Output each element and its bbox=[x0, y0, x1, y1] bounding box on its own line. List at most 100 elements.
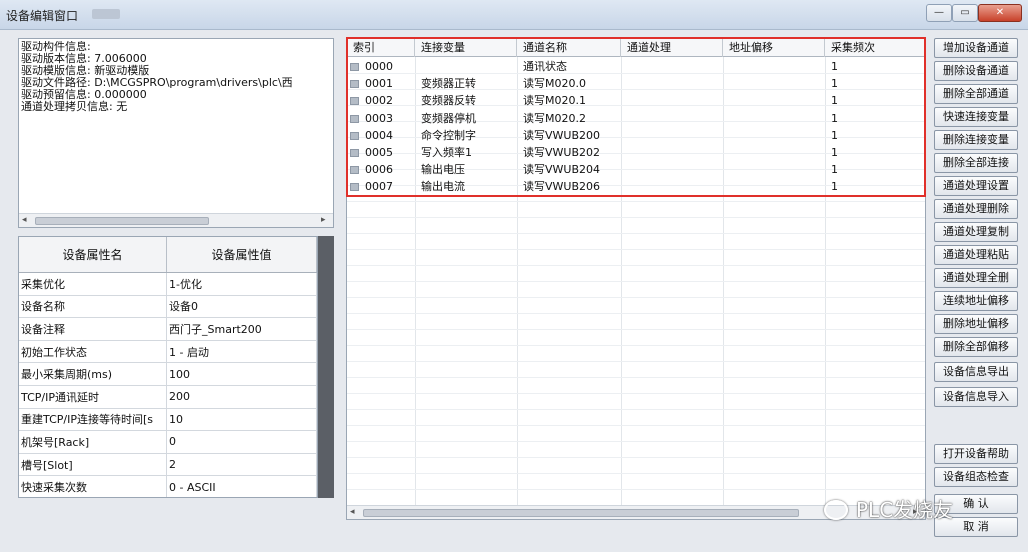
grid-cell-var[interactable]: 变频器停机 bbox=[417, 111, 517, 127]
grid-cell-index[interactable]: 0001 bbox=[361, 76, 415, 92]
grid-cell-freq[interactable]: 1 bbox=[827, 162, 925, 178]
table-row[interactable]: 0005 写入频率1 读写VWUB202 1 bbox=[347, 145, 925, 161]
scroll-right-arrow-icon[interactable]: ▸ bbox=[321, 215, 326, 225]
grid-cell-proc[interactable] bbox=[623, 59, 723, 75]
grid-cell-proc[interactable] bbox=[623, 93, 723, 109]
grid-cell-index[interactable]: 0004 bbox=[361, 128, 415, 144]
property-value[interactable]: 西门子_Smart200 bbox=[167, 318, 317, 340]
grid-cell-channel[interactable]: 读写VWUB200 bbox=[519, 128, 621, 144]
grid-cell-var[interactable]: 变频器正转 bbox=[417, 76, 517, 92]
grid-cell-channel[interactable]: 读写VWUB204 bbox=[519, 162, 621, 178]
grid-cell-offset[interactable] bbox=[725, 76, 825, 92]
table-row[interactable]: 0004 命令控制字 读写VWUB200 1 bbox=[347, 128, 925, 144]
property-row[interactable]: 快速采集次数 0 - ASCII bbox=[19, 476, 317, 497]
property-row[interactable]: 设备注释 西门子_Smart200 bbox=[19, 318, 317, 341]
check-device-config-button[interactable]: 设备组态检查 bbox=[934, 467, 1018, 487]
grid-cell-freq[interactable]: 1 bbox=[827, 179, 925, 195]
import-device-info-button[interactable]: 设备信息导入 bbox=[934, 387, 1018, 407]
grid-cell-channel[interactable]: 读写M020.1 bbox=[519, 93, 621, 109]
delete-link-variable-button[interactable]: 删除连接变量 bbox=[934, 130, 1018, 150]
grid-cell-proc[interactable] bbox=[623, 162, 723, 178]
property-row[interactable]: 设备名称 设备0 bbox=[19, 295, 317, 319]
property-row[interactable]: TCP/IP通讯延时 200 bbox=[19, 385, 317, 409]
table-row[interactable]: 0002 变频器反转 读写M020.1 1 bbox=[347, 93, 925, 109]
property-row[interactable]: 重建TCP/IP连接等待时间[s 10 bbox=[19, 408, 317, 432]
channel-process-delete-button[interactable]: 通道处理删除 bbox=[934, 199, 1018, 219]
grid-cell-index[interactable]: 0002 bbox=[361, 93, 415, 109]
delete-all-offsets-button[interactable]: 删除全部偏移 bbox=[934, 337, 1018, 357]
grid-cell-proc[interactable] bbox=[623, 179, 723, 195]
grid-cell-proc[interactable] bbox=[623, 128, 723, 144]
grid-cell-index[interactable]: 0007 bbox=[361, 179, 415, 195]
delete-all-channels-button[interactable]: 删除全部通道 bbox=[934, 84, 1018, 104]
grid-cell-freq[interactable]: 1 bbox=[827, 128, 925, 144]
grid-cell-channel[interactable]: 读写VWUB202 bbox=[519, 145, 621, 161]
grid-header-cell[interactable]: 通道处理 bbox=[621, 39, 723, 57]
property-value[interactable]: 1-优化 bbox=[167, 273, 317, 295]
grid-cell-var[interactable]: 输出电压 bbox=[417, 162, 517, 178]
grid-cell-offset[interactable] bbox=[725, 179, 825, 195]
grid-cell-channel[interactable]: 读写M020.2 bbox=[519, 111, 621, 127]
property-value[interactable]: 0 bbox=[167, 431, 317, 453]
delete-address-offset-button[interactable]: 删除地址偏移 bbox=[934, 314, 1018, 334]
delete-all-links-button[interactable]: 删除全部连接 bbox=[934, 153, 1018, 173]
grid-cell-offset[interactable] bbox=[725, 93, 825, 109]
property-row[interactable]: 槽号[Slot] 2 bbox=[19, 453, 317, 477]
property-value[interactable]: 1 - 启动 bbox=[167, 340, 317, 363]
grid-cell-freq[interactable]: 1 bbox=[827, 93, 925, 109]
grid-cell-offset[interactable] bbox=[725, 111, 825, 127]
grid-cell-var[interactable]: 写入频率1 bbox=[417, 145, 517, 161]
grid-header-cell[interactable]: 通道名称 bbox=[517, 39, 621, 57]
grid-cell-channel[interactable]: 读写VWUB206 bbox=[519, 179, 621, 195]
grid-cell-freq[interactable]: 1 bbox=[827, 76, 925, 92]
channel-process-clear-button[interactable]: 通道处理全删 bbox=[934, 268, 1018, 288]
grid-cell-offset[interactable] bbox=[725, 128, 825, 144]
grid-cell-freq[interactable]: 1 bbox=[827, 145, 925, 161]
property-value[interactable]: 100 bbox=[167, 363, 317, 385]
grid-header-cell[interactable]: 采集频次 bbox=[825, 39, 925, 57]
grid-cell-channel[interactable]: 通讯状态 bbox=[519, 59, 621, 75]
table-row[interactable]: 0000 通讯状态 1 bbox=[347, 59, 925, 75]
table-row[interactable]: 0001 变频器正转 读写M020.0 1 bbox=[347, 76, 925, 92]
property-row[interactable]: 机架号[Rack] 0 bbox=[19, 431, 317, 454]
grid-cell-index[interactable]: 0003 bbox=[361, 111, 415, 127]
channel-process-set-button[interactable]: 通道处理设置 bbox=[934, 176, 1018, 196]
property-value[interactable]: 200 bbox=[167, 385, 317, 408]
grid-cell-var[interactable]: 命令控制字 bbox=[417, 128, 517, 144]
channel-process-copy-button[interactable]: 通道处理复制 bbox=[934, 222, 1018, 242]
grid-scroll-thumb[interactable] bbox=[363, 509, 799, 517]
quick-link-variable-button[interactable]: 快速连接变量 bbox=[934, 107, 1018, 127]
grid-cell-var[interactable]: 变频器反转 bbox=[417, 93, 517, 109]
grid-cell-proc[interactable] bbox=[623, 145, 723, 161]
grid-scroll-left-icon[interactable]: ◂ bbox=[350, 507, 355, 517]
grid-cell-var[interactable]: 输出电流 bbox=[417, 179, 517, 195]
add-channel-button[interactable]: 增加设备通道 bbox=[934, 38, 1018, 58]
grid-header-cell[interactable]: 索引 bbox=[347, 39, 415, 57]
table-row[interactable]: 0007 输出电流 读写VWUB206 1 bbox=[347, 179, 925, 195]
grid-cell-offset[interactable] bbox=[725, 162, 825, 178]
table-row[interactable]: 0006 输出电压 读写VWUB204 1 bbox=[347, 162, 925, 178]
info-horizontal-scrollbar[interactable]: ◂ ▸ bbox=[19, 213, 333, 227]
grid-cell-index[interactable]: 0006 bbox=[361, 162, 415, 178]
grid-cell-proc[interactable] bbox=[623, 111, 723, 127]
maximize-button[interactable]: ▭ bbox=[952, 4, 978, 22]
grid-cell-proc[interactable] bbox=[623, 76, 723, 92]
grid-cell-var[interactable] bbox=[417, 59, 517, 75]
minimize-button[interactable]: — bbox=[926, 4, 952, 22]
delete-channel-button[interactable]: 删除设备通道 bbox=[934, 61, 1018, 81]
property-value[interactable]: 10 bbox=[167, 408, 317, 431]
grid-header-cell[interactable]: 连接变量 bbox=[415, 39, 517, 57]
continuous-address-offset-button[interactable]: 连续地址偏移 bbox=[934, 291, 1018, 311]
grid-cell-offset[interactable] bbox=[725, 59, 825, 75]
grid-cell-index[interactable]: 0005 bbox=[361, 145, 415, 161]
grid-header-cell[interactable]: 地址偏移 bbox=[723, 39, 825, 57]
property-row[interactable]: 采集优化 1-优化 bbox=[19, 273, 317, 296]
property-value[interactable]: 0 - ASCII bbox=[167, 476, 317, 497]
export-device-info-button[interactable]: 设备信息导出 bbox=[934, 362, 1018, 382]
scroll-thumb[interactable] bbox=[35, 217, 209, 225]
open-device-help-button[interactable]: 打开设备帮助 bbox=[934, 444, 1018, 464]
grid-cell-channel[interactable]: 读写M020.0 bbox=[519, 76, 621, 92]
property-value[interactable]: 2 bbox=[167, 453, 317, 476]
property-row[interactable]: 初始工作状态 1 - 启动 bbox=[19, 340, 317, 364]
table-row[interactable]: 0003 变频器停机 读写M020.2 1 bbox=[347, 111, 925, 127]
